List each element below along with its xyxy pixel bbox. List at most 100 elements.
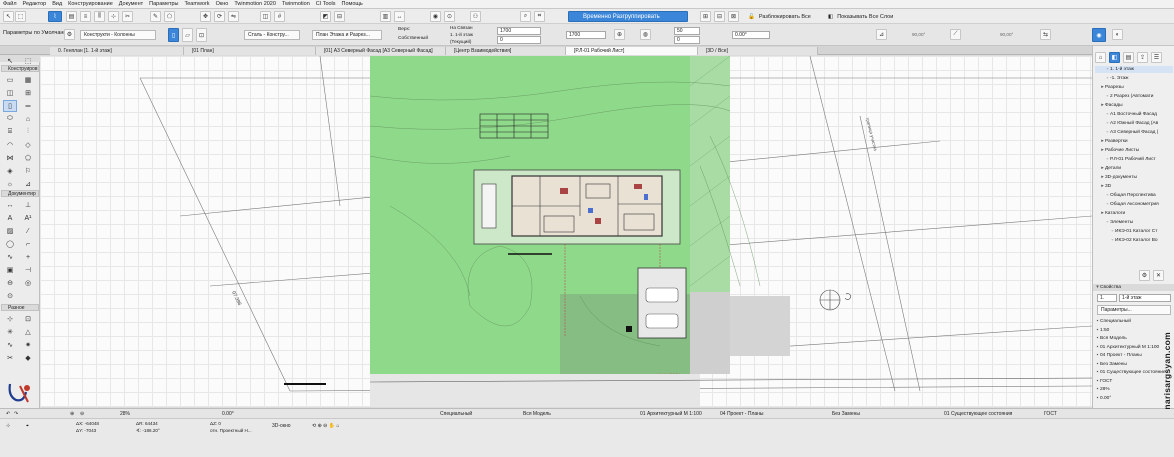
zoom-in-icon[interactable]: ⊕: [70, 411, 74, 417]
tree-item[interactable]: ▸ 3D-документы: [1095, 174, 1173, 181]
unlock-all-button[interactable]: 🔓 Разблокировать Все: [748, 11, 811, 22]
trim-icon[interactable]: ✂: [122, 11, 133, 22]
tree-item[interactable]: ▫ 2 Разрез (Автомати: [1095, 93, 1173, 100]
eye-icon[interactable]: ◉: [1092, 28, 1106, 42]
worksheet-tool-icon[interactable]: ⊙: [3, 290, 17, 302]
distribute-icon[interactable]: ⫼: [94, 11, 105, 22]
menu-item-8[interactable]: Twinmotion 2020: [234, 1, 276, 7]
zoom-value[interactable]: 28%: [120, 411, 130, 417]
cursor-tool-icon[interactable]: ⊹: [6, 423, 10, 429]
top-small-field[interactable]: 50: [674, 27, 700, 35]
marquee-tool-icon[interactable]: ⬚: [15, 11, 26, 22]
section-misc[interactable]: Разное: [1, 304, 39, 311]
settings-icon[interactable]: ⚙: [64, 29, 75, 40]
redo-icon[interactable]: ↷: [14, 411, 18, 417]
tree-item[interactable]: ▫ А3 Северный Фасад (: [1095, 129, 1173, 136]
cut-tool-icon[interactable]: ✂: [3, 352, 17, 364]
marker-tool-icon[interactable]: ◆: [21, 352, 35, 364]
figure-tool-icon[interactable]: ▣: [3, 264, 17, 276]
tree-item[interactable]: ▸ Детали: [1095, 165, 1173, 172]
ungroup-button[interactable]: Временно Разгруппировать: [568, 11, 688, 22]
show-all-layers-button[interactable]: ◧ Показывать Все Слои: [828, 11, 893, 22]
detail-tool-icon[interactable]: ◎: [21, 277, 35, 289]
object-tool-icon[interactable]: ⚐: [21, 165, 35, 177]
params-button[interactable]: Параметры...: [1097, 305, 1171, 315]
width-field[interactable]: 1700: [566, 31, 606, 39]
mirror-icon[interactable]: ⇋: [228, 11, 239, 22]
railing-tool-icon[interactable]: ⫶: [21, 126, 35, 138]
dimension-tool-icon[interactable]: ↔: [3, 199, 17, 211]
camera-tool-icon[interactable]: ⊡: [21, 313, 35, 325]
camera-icon[interactable]: ⊙: [444, 11, 455, 22]
zone-tool-icon[interactable]: ⬠: [21, 152, 35, 164]
section-icon[interactable]: ⊟: [334, 11, 345, 22]
skylight-icon[interactable]: ◇: [21, 139, 35, 151]
floor-name-field[interactable]: 1-й этаж: [1119, 294, 1171, 302]
magic-wand-icon[interactable]: ⌇: [48, 11, 62, 22]
gost-select[interactable]: ГОСТ: [1044, 411, 1057, 417]
stair2-icon[interactable]: ⊿: [21, 178, 35, 190]
project-plans-select[interactable]: 04 Проект - Планы: [720, 411, 764, 417]
slab-tool-icon[interactable]: ⬭: [3, 113, 17, 125]
property-row[interactable]: ▪ Специальный: [1095, 318, 1173, 325]
section-document[interactable]: Документир: [1, 190, 39, 197]
mesh-tool-icon[interactable]: ⋈: [3, 152, 17, 164]
walls-icon[interactable]: ▥: [380, 11, 391, 22]
floor-number-field[interactable]: 1.: [1097, 294, 1117, 302]
line-tool-icon[interactable]: ⁄: [21, 225, 35, 237]
change-tool-icon[interactable]: △: [21, 326, 35, 338]
arc-tool-icon[interactable]: ◯: [3, 238, 17, 250]
snap-icon[interactable]: ⊹: [108, 11, 119, 22]
tree-item[interactable]: ▸ Развертки: [1095, 138, 1173, 145]
menu-item-3[interactable]: Конструирование: [68, 1, 113, 7]
angle-field[interactable]: 0.00°: [732, 31, 770, 39]
tree-item[interactable]: ▫ ИКЭ-02 Каталог Во: [1095, 237, 1173, 244]
3d-window-button[interactable]: 3D-окно: [272, 423, 291, 429]
mirror-column-icon[interactable]: ⇆: [1040, 29, 1051, 40]
tree-settings-icon[interactable]: ⚙: [1139, 270, 1150, 281]
menu-item-10[interactable]: CI Tools: [316, 1, 336, 7]
model-select[interactable]: Вся Модель: [523, 411, 551, 417]
suspend-icon[interactable]: ⊠: [728, 11, 739, 22]
plan-select[interactable]: План Этажа и Разрез...: [312, 30, 382, 40]
tab-plan[interactable]: [01 План]: [184, 47, 316, 55]
tab-north-facade[interactable]: [01] А3 Северный Фасад [А3 Северный Фаса…: [316, 47, 446, 55]
construct-select[interactable]: Конструкти - Колонны: [80, 30, 156, 40]
existing-select[interactable]: 01 Существующее состояния: [944, 411, 1012, 417]
no-replace-select[interactable]: Без Замены: [832, 411, 860, 417]
stair-tool-icon[interactable]: ⌸: [3, 126, 17, 138]
tab-collaboration[interactable]: [Центр Взаимодействия]: [446, 47, 566, 55]
ungroup-icon[interactable]: ⊟: [714, 11, 725, 22]
column-tool-icon[interactable]: ▯: [168, 28, 179, 42]
pencil-icon[interactable]: ✎: [150, 11, 161, 22]
label-tool-icon[interactable]: A¹: [21, 212, 35, 224]
project-map-icon[interactable]: ⌂: [1095, 52, 1106, 63]
tab-worksheet[interactable]: [Р.Л-01 Рабочий Лист]: [566, 47, 698, 55]
tree-item[interactable]: ▫ Р.Л-01 Рабочий Лист: [1095, 156, 1173, 163]
tree-item[interactable]: ▫ А1 Восточный Фасад: [1095, 111, 1173, 118]
slanted-column-icon[interactable]: ▱: [182, 28, 193, 42]
menu-item-9[interactable]: Twinmotion: [282, 1, 310, 7]
rotate-icon[interactable]: ⟳: [214, 11, 225, 22]
layer-icon[interactable]: ◫: [260, 11, 271, 22]
tree-item[interactable]: ▸ Разрезы: [1095, 84, 1173, 91]
section-construct[interactable]: Конструиров: [1, 65, 39, 72]
tab-site-plan[interactable]: 0. Генплан [1. 1-й этаж]: [50, 47, 184, 55]
orient-icon[interactable]: ⊿: [876, 29, 887, 40]
tree-item[interactable]: ▸ Каталоги: [1095, 210, 1173, 217]
menu-item-2[interactable]: Вид: [52, 1, 62, 7]
column-anchor-icon[interactable]: ⊡: [196, 28, 207, 42]
tab-3d[interactable]: [3D / Все]: [698, 47, 818, 55]
arch-select[interactable]: 01 Архитектурный М 1:100: [640, 411, 702, 417]
curtain-wall-icon[interactable]: ▦: [21, 74, 35, 86]
tree-delete-icon[interactable]: ✕: [1153, 270, 1164, 281]
polygon-icon[interactable]: ⬠: [164, 11, 175, 22]
tree-item[interactable]: ▫ 1. 1-й этаж: [1095, 66, 1173, 73]
tree-item[interactable]: ▫ ИКЭ-01 Каталог Ст: [1095, 228, 1173, 235]
menu-item-5[interactable]: Параметры: [149, 1, 178, 7]
height-field[interactable]: 1700: [497, 27, 541, 35]
publisher-icon[interactable]: ⇪: [1137, 52, 1148, 63]
column-toolbox-icon[interactable]: ▯: [3, 100, 17, 112]
slant-icon[interactable]: ⟋: [950, 29, 961, 40]
tree-item[interactable]: ▫ Элементы: [1095, 219, 1173, 226]
